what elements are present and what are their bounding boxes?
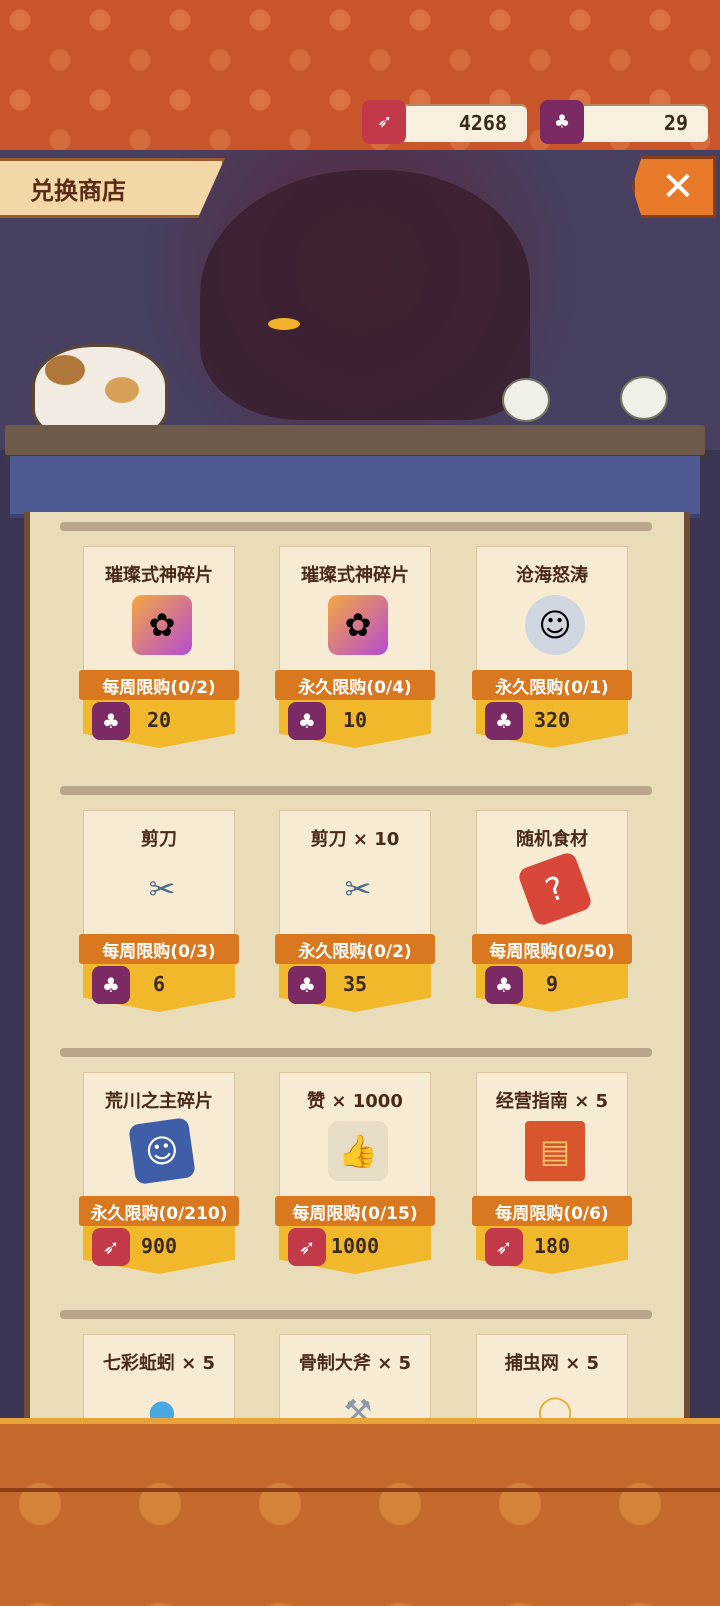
price-value: 900	[140, 1234, 178, 1258]
purchase-limit: 永久限购(0/210)	[79, 1196, 239, 1226]
purchase-limit: 每周限购(0/50)	[472, 934, 632, 964]
price-value: 9	[545, 972, 559, 996]
shop-item-card[interactable]: 捕虫网 × 5 ◯	[476, 1334, 628, 1430]
shop-title: 兑换商店	[0, 158, 225, 218]
thumbs-up-card-icon: 👍	[328, 1121, 388, 1181]
clover-currency: ♣ 29	[540, 100, 708, 144]
scissors-icon: ✂	[344, 870, 372, 908]
purchase-limit: 每周限购(0/2)	[79, 670, 239, 700]
item-name: 骨制大斧 × 5	[298, 1353, 412, 1374]
clover-currency-value: 29	[663, 111, 688, 135]
dragon-illustration	[200, 170, 530, 420]
item-name: 七彩蚯蚓 × 5	[102, 1353, 216, 1374]
price-value: 35	[342, 972, 368, 996]
item-name: 剪刀	[141, 829, 177, 850]
shikigami-shard-icon: ✿	[328, 595, 388, 655]
scissors-icon: ✂	[148, 870, 176, 908]
bottom-decor-bar	[0, 1418, 720, 1606]
purchase-limit: 永久限购(0/2)	[275, 934, 435, 964]
item-name: 捕虫网 × 5	[504, 1353, 600, 1374]
item-name: 赞 × 1000	[307, 1091, 403, 1112]
purchase-limit: 永久限购(0/4)	[275, 670, 435, 700]
guide-book-icon: ▤	[525, 1121, 585, 1181]
shikigami-shard-icon: ☺	[128, 1117, 196, 1185]
cat-mascot	[32, 344, 168, 438]
clover-charm-icon: ♣	[288, 966, 326, 1004]
purchase-limit: 每周限购(0/3)	[79, 934, 239, 964]
bird-mascot	[502, 378, 550, 422]
item-name: 璀璨式神碎片	[105, 565, 213, 586]
hanging-rod	[60, 786, 652, 795]
item-name: 荒川之主碎片	[105, 1091, 213, 1112]
close-icon: ✕	[661, 164, 695, 210]
feather-icon: ➶	[288, 1228, 326, 1266]
price-value: 6	[152, 972, 166, 996]
mystery-food-icon: ?	[516, 850, 594, 928]
item-name: 剪刀 × 10	[310, 829, 400, 850]
price-value: 10	[342, 708, 368, 732]
item-name: 沧海怒涛	[516, 565, 588, 586]
purchase-limit: 永久限购(0/1)	[472, 670, 632, 700]
shop-title-text: 兑换商店	[30, 176, 126, 205]
hanging-rod	[60, 1048, 652, 1057]
price-value: 180	[533, 1234, 571, 1258]
feather-currency-value: 4268	[458, 111, 507, 135]
clover-charm-icon: ♣	[92, 702, 130, 740]
clover-charm-icon: ♣	[485, 702, 523, 740]
item-name: 随机食材	[516, 829, 588, 850]
dragon-eye	[268, 318, 300, 330]
item-name: 经营指南 × 5	[495, 1091, 609, 1112]
clover-charm-icon: ♣	[485, 966, 523, 1004]
price-value: 20	[146, 708, 172, 732]
feather-currency: ➶ 4268	[362, 100, 527, 144]
item-name: 璀璨式神碎片	[301, 565, 409, 586]
feather-icon: ➶	[92, 1228, 130, 1266]
bird-mascot	[620, 376, 668, 420]
purchase-limit: 每周限购(0/6)	[472, 1196, 632, 1226]
hanging-rod	[60, 1310, 652, 1319]
clover-charm-icon: ♣	[540, 100, 584, 144]
shop-item-card[interactable]: 七彩蚯蚓 × 5 ●	[83, 1334, 235, 1430]
feather-icon: ➶	[362, 100, 406, 144]
price-value: 1000	[330, 1234, 380, 1258]
shelf	[5, 425, 705, 455]
price-value: 320	[533, 708, 571, 732]
awning	[10, 456, 700, 518]
clover-charm-icon: ♣	[288, 702, 326, 740]
shikigami-shard-icon: ✿	[132, 595, 192, 655]
feather-icon: ➶	[485, 1228, 523, 1266]
hanging-rod	[60, 522, 652, 531]
clover-charm-icon: ♣	[92, 966, 130, 1004]
close-button[interactable]: ✕	[632, 156, 716, 218]
purchase-limit: 每周限购(0/15)	[275, 1196, 435, 1226]
shikigami-portrait-icon: ☺	[525, 595, 585, 655]
shop-item-card[interactable]: 骨制大斧 × 5 ⚒	[279, 1334, 431, 1430]
